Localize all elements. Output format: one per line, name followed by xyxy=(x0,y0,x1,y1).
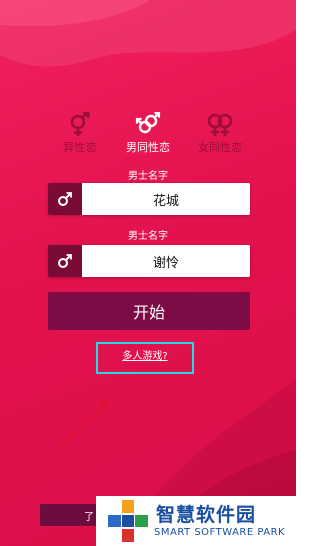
male-symbol-icon xyxy=(48,183,82,215)
watermark-logo-icon xyxy=(108,500,148,542)
tab-label: 男同性恋 xyxy=(126,141,170,154)
tab-lesbian[interactable]: 女同性恋 xyxy=(180,112,260,155)
game-setup-screen: 异性恋 男同性恋 女同性恋 男士名字 花城 男士名字 谢怜 开始 多人游戏? 了… xyxy=(0,0,296,546)
watermark-title: 智慧软件园 xyxy=(156,504,257,526)
player2-name-input[interactable]: 谢怜 xyxy=(82,245,250,277)
orientation-tabs: 异性恋 男同性恋 女同性恋 xyxy=(0,111,296,158)
watermark-subtitle: SMART SOFTWARE PARK xyxy=(154,527,286,538)
lesbian-gender-icon xyxy=(180,112,260,138)
pointer-arrow xyxy=(58,398,110,450)
player1-field[interactable]: 花城 xyxy=(48,183,250,215)
player1-label: 男士名字 xyxy=(128,171,168,182)
watermark: 智慧软件园 SMART SOFTWARE PARK xyxy=(96,496,296,546)
gay-gender-icon xyxy=(108,111,188,138)
multiplayer-link[interactable]: 多人游戏? xyxy=(122,347,167,372)
player2-field[interactable]: 谢怜 xyxy=(48,245,250,277)
male-symbol-icon xyxy=(48,245,82,277)
tab-gay[interactable]: 男同性恋 xyxy=(108,111,188,155)
start-button[interactable]: 开始 xyxy=(48,292,250,330)
player1-name-input[interactable]: 花城 xyxy=(82,183,250,215)
multiplayer-highlight: 多人游戏? xyxy=(96,342,194,374)
player2-label: 男士名字 xyxy=(128,231,168,242)
tab-label: 女同性恋 xyxy=(198,141,242,154)
